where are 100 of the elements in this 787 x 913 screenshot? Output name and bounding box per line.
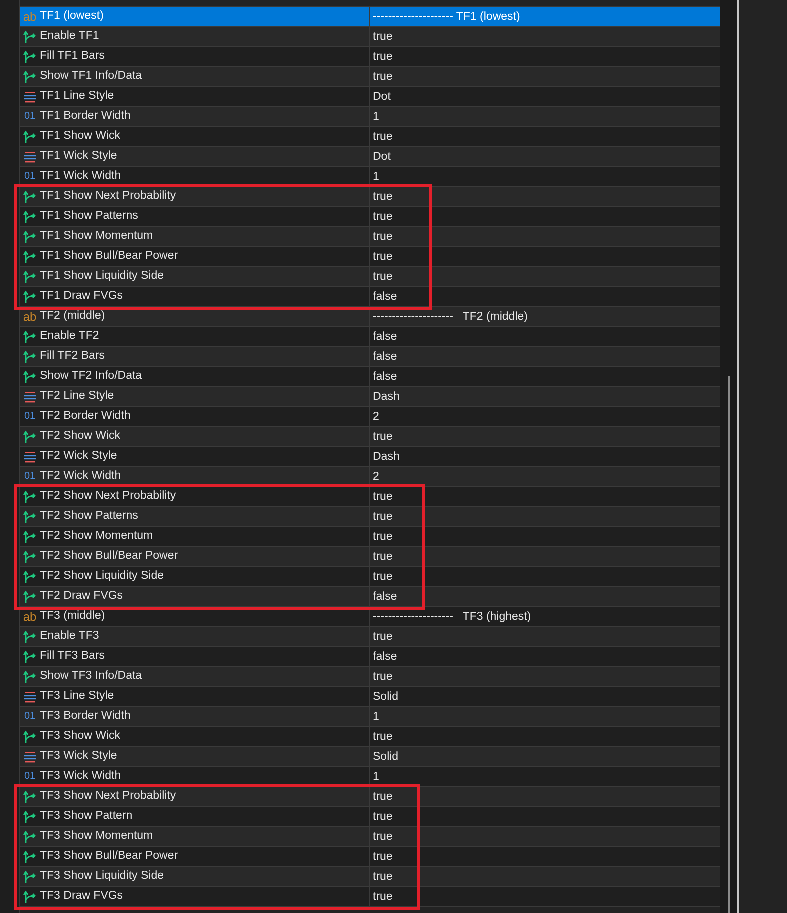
property-name: Fill TF1 Bars [40,47,370,66]
property-value: true [372,50,393,62]
property-value: true [372,430,393,442]
property-value: true [372,730,393,742]
lines-icon [24,150,36,162]
branch-arrow-icon [23,650,37,664]
property-value: 2 [372,410,380,422]
property-value: 2 [372,470,380,482]
property-name: TF2 Wick Style [40,447,370,466]
text-type-icon: ab [23,10,37,22]
property-value: true [372,490,393,502]
property-value: --------------------- TF3 (highest) [372,610,532,622]
property-name: TF1 Wick Style [40,147,370,166]
property-value: Dot [372,150,391,162]
property-value: Dot [372,90,391,102]
property-value: true [372,830,393,842]
property-value: 1 [372,170,380,182]
property-value: true [372,30,393,42]
branch-arrow-icon [23,430,37,444]
branch-arrow-icon [23,630,37,644]
property-row[interactable]: ab TF1 (lowest) --------------------- TF1 (lowest) [20,7,720,27]
property-name: TF2 Border Width [40,407,370,426]
lines-icon [24,750,36,762]
property-name: TF3 Wick Width [40,767,370,786]
branch-arrow-icon [23,810,37,824]
property-value: true [372,250,393,262]
branch-arrow-icon [23,570,37,584]
property-row[interactable]: ab TF2 (middle) --------------------- TF2 (middle) [20,307,720,327]
branch-arrow-icon [23,210,37,224]
property-name: TF3 Show Liquidity Side [40,867,370,886]
branch-arrow-icon [23,790,37,804]
property-name: TF3 Wick Style [40,747,370,766]
property-value: true [372,790,393,802]
property-value: false [372,330,398,342]
property-name: TF3 Show Pattern [40,807,370,826]
property-name: TF1 Show Momentum [40,227,370,246]
property-value: true [372,890,393,902]
branch-arrow-icon [23,330,37,344]
property-name: TF1 Show Wick [40,127,370,146]
property-name: Fill TF3 Bars [40,647,370,666]
number-type-icon: 01 [24,172,36,182]
property-value: false [372,650,398,662]
property-value: --------------------- TF1 (lowest) [372,10,520,22]
lines-icon [24,690,36,702]
property-name: Enable TF1 [40,27,370,46]
property-name: TF1 Show Bull/Bear Power [40,247,370,266]
property-name: TF1 Border Width [40,107,370,126]
number-type-icon: 01 [24,112,36,122]
property-value: Solid [372,750,399,762]
property-name: TF1 Wick Width [40,167,370,186]
property-value: true [372,550,393,562]
property-name: Show TF3 Info/Data [40,667,370,686]
branch-arrow-icon [23,590,37,604]
branch-arrow-icon [23,550,37,564]
property-value: true [372,570,393,582]
property-value: 1 [372,110,380,122]
branch-arrow-icon [23,530,37,544]
property-name: TF3 (middle) [40,607,370,626]
property-name: TF3 Show Momentum [40,827,370,846]
property-name: Enable TF2 [40,327,370,346]
property-name: TF2 Show Wick [40,427,370,446]
number-type-icon: 01 [24,412,36,422]
property-name: TF2 Show Next Probability [40,487,370,506]
property-value: true [372,70,393,82]
property-name: TF3 Draw FVGs [40,887,370,906]
branch-arrow-icon [23,270,37,284]
branch-arrow-icon [23,890,37,904]
property-value: true [372,210,393,222]
property-value: true [372,270,393,282]
property-row[interactable]: ab TF3 (middle) --------------------- TF3 (highest) [20,607,720,627]
property-name: TF2 Line Style [40,387,370,406]
property-value: true [372,670,393,682]
branch-arrow-icon [23,670,37,684]
branch-arrow-icon [23,490,37,504]
branch-arrow-icon [23,250,37,264]
property-value: Solid [372,690,399,702]
branch-arrow-icon [23,350,37,364]
property-value: true [372,510,393,522]
property-value: false [372,370,398,382]
branch-arrow-icon [23,230,37,244]
property-name: TF1 Draw FVGs [40,287,370,306]
property-name: TF2 Wick Width [40,467,370,486]
property-name: TF2 Show Liquidity Side [40,567,370,586]
scrollbar[interactable] [720,0,737,913]
property-value: true [372,130,393,142]
property-value: --------------------- TF2 (middle) [372,310,528,322]
branch-arrow-icon [23,370,37,384]
property-value: true [372,870,393,882]
property-value: false [372,350,398,362]
number-type-icon: 01 [24,472,36,482]
branch-arrow-icon [23,290,37,304]
property-value: true [372,190,393,202]
property-name: TF3 Show Next Probability [40,787,370,806]
property-name: Show TF1 Info/Data [40,67,370,86]
property-name: TF1 (lowest) [40,7,370,26]
property-name: Show TF2 Info/Data [40,367,370,386]
property-value: false [372,290,398,302]
property-value: 1 [372,710,380,722]
property-name: TF2 Show Patterns [40,507,370,526]
property-value: true [372,850,393,862]
